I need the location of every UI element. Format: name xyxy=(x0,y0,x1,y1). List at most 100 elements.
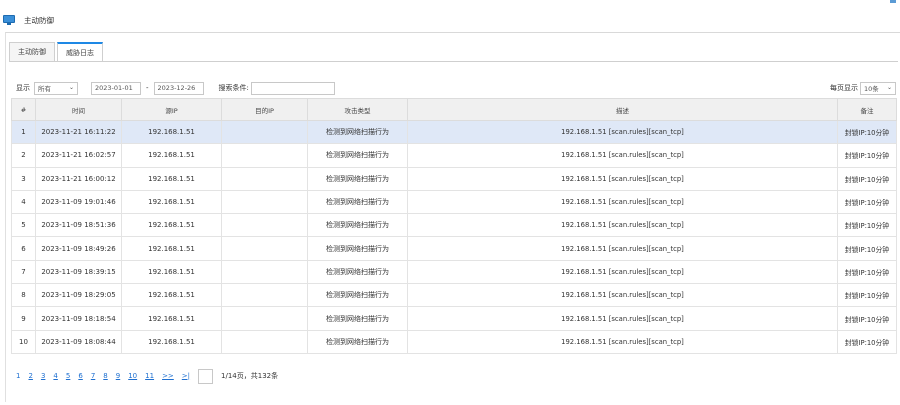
show-select[interactable]: 所有 ⌄ xyxy=(34,81,78,95)
search-input[interactable] xyxy=(250,81,335,95)
row-note: 封锁IP:10分钟 xyxy=(837,306,897,331)
row-source-ip: 192.168.1.51 xyxy=(121,306,222,331)
page-current[interactable]: 1 xyxy=(16,372,20,380)
tab-active-defense[interactable]: 主动防御 xyxy=(9,42,55,61)
column-header-dest-ip[interactable]: 目的IP xyxy=(221,98,308,121)
row-dest-ip xyxy=(221,190,308,215)
row-time: 2023-11-21 16:11:22 xyxy=(35,120,122,145)
row-note: 封锁IP:10分钟 xyxy=(837,190,897,215)
row-index: 1 xyxy=(11,120,36,145)
date-separator: - xyxy=(146,84,149,92)
row-attack-type: 检测到网络扫描行为 xyxy=(307,330,408,354)
tab-threat-log[interactable]: 威胁日志 xyxy=(57,42,103,62)
row-index: 4 xyxy=(11,190,36,215)
page-link-4[interactable]: 4 xyxy=(53,372,57,380)
row-attack-type: 检测到网络扫描行为 xyxy=(307,260,408,285)
row-description: 192.168.1.51 [scan.rules][scan_tcp] xyxy=(407,190,838,215)
row-attack-type: 检测到网络扫描行为 xyxy=(307,213,408,238)
page-link-2[interactable]: 2 xyxy=(28,372,32,380)
row-dest-ip xyxy=(221,236,308,261)
page-jump-input[interactable] xyxy=(198,368,214,384)
per-page-value: 10条 xyxy=(864,85,879,93)
row-attack-type: 检测到网络扫描行为 xyxy=(307,283,408,308)
show-label: 显示 xyxy=(16,84,30,92)
row-source-ip: 192.168.1.51 xyxy=(121,330,222,354)
row-dest-ip xyxy=(221,306,308,331)
page-link-8[interactable]: 8 xyxy=(103,372,107,380)
row-dest-ip xyxy=(221,167,308,191)
row-note: 封锁IP:10分钟 xyxy=(837,330,897,354)
row-source-ip: 192.168.1.51 xyxy=(121,213,222,238)
row-description: 192.168.1.51 [scan.rules][scan_tcp] xyxy=(407,283,838,308)
page-link-5[interactable]: 5 xyxy=(66,372,70,380)
table-row[interactable]: 1 2023-11-21 16:11:22 192.168.1.51 检测到网络扫描行… xyxy=(11,120,897,145)
row-index: 7 xyxy=(11,260,36,285)
column-header-note[interactable]: 备注 xyxy=(837,98,897,121)
row-description: 192.168.1.51 [scan.rules][scan_tcp] xyxy=(407,260,838,285)
row-description: 192.168.1.51 [scan.rules][scan_tcp] xyxy=(407,306,838,331)
row-note: 封锁IP:10分钟 xyxy=(837,167,897,191)
row-dest-ip xyxy=(221,120,308,145)
page-last[interactable]: >| xyxy=(182,372,190,380)
row-description: 192.168.1.51 [scan.rules][scan_tcp] xyxy=(407,330,838,354)
table-row[interactable]: 5 2023-11-09 18:51:36 192.168.1.51 检测到网络扫描行… xyxy=(11,213,897,238)
row-time: 2023-11-09 18:39:15 xyxy=(35,260,122,285)
column-header-attack-type[interactable]: 攻击类型 xyxy=(307,98,408,121)
row-dest-ip xyxy=(221,213,308,238)
row-note: 封锁IP:10分钟 xyxy=(837,213,897,238)
column-header-time[interactable]: 时间 xyxy=(35,98,122,121)
row-source-ip: 192.168.1.51 xyxy=(121,120,222,145)
column-header-source-ip[interactable]: 源IP xyxy=(121,98,222,121)
page-info: 1/14页，共132条 xyxy=(221,372,279,380)
row-time: 2023-11-09 18:29:05 xyxy=(35,283,122,308)
page-link-3[interactable]: 3 xyxy=(41,372,45,380)
row-attack-type: 检测到网络扫描行为 xyxy=(307,236,408,261)
page-link-10[interactable]: 10 xyxy=(128,372,137,380)
row-index: 5 xyxy=(11,213,36,238)
row-index: 8 xyxy=(11,283,36,308)
table-row[interactable]: 7 2023-11-09 18:39:15 192.168.1.51 检测到网络扫描行… xyxy=(11,260,897,285)
table-row[interactable]: 4 2023-11-09 19:01:46 192.168.1.51 检测到网络扫描行… xyxy=(11,190,897,215)
row-description: 192.168.1.51 [scan.rules][scan_tcp] xyxy=(407,213,838,238)
row-dest-ip xyxy=(221,330,308,354)
row-time: 2023-11-09 18:18:54 xyxy=(35,306,122,331)
table-row[interactable]: 2 2023-11-21 16:02:57 192.168.1.51 检测到网络扫描行… xyxy=(11,143,897,168)
filter-bar: 显示 所有 ⌄ 2023-01-01 - 2023-12-26 搜索条件: 每页… xyxy=(16,81,896,95)
page-link-9[interactable]: 9 xyxy=(116,372,120,380)
column-header-index[interactable]: # xyxy=(11,98,36,121)
date-from-input[interactable]: 2023-01-01 xyxy=(91,81,141,95)
search-label: 搜索条件: xyxy=(218,84,249,92)
chevron-down-icon: ⌄ xyxy=(886,83,892,91)
page-link-6[interactable]: 6 xyxy=(78,372,82,380)
row-dest-ip xyxy=(221,283,308,308)
row-note: 封锁IP:10分钟 xyxy=(837,236,897,261)
date-to-input[interactable]: 2023-12-26 xyxy=(153,81,204,95)
per-page-select[interactable]: 10条 ⌄ xyxy=(860,81,896,95)
table-row[interactable]: 6 2023-11-09 18:49:26 192.168.1.51 检测到网络扫描行… xyxy=(11,236,897,261)
window-corner-mark xyxy=(890,0,896,3)
page-next[interactable]: >> xyxy=(162,372,174,380)
row-attack-type: 检测到网络扫描行为 xyxy=(307,190,408,215)
row-source-ip: 192.168.1.51 xyxy=(121,260,222,285)
row-attack-type: 检测到网络扫描行为 xyxy=(307,120,408,145)
monitor-icon xyxy=(3,15,15,25)
row-dest-ip xyxy=(221,260,308,285)
row-index: 3 xyxy=(11,167,36,191)
row-description: 192.168.1.51 [scan.rules][scan_tcp] xyxy=(407,236,838,261)
row-attack-type: 检测到网络扫描行为 xyxy=(307,143,408,168)
row-source-ip: 192.168.1.51 xyxy=(121,236,222,261)
row-note: 封锁IP:10分钟 xyxy=(837,120,897,145)
page-link-11[interactable]: 11 xyxy=(145,372,154,380)
table-row[interactable]: 9 2023-11-09 18:18:54 192.168.1.51 检测到网络扫描行… xyxy=(11,306,897,331)
row-note: 封锁IP:10分钟 xyxy=(837,143,897,168)
row-dest-ip xyxy=(221,143,308,168)
pagination: 1 2 3 4 5 6 7 8 9 10 11 >> >| 1/14页，共132… xyxy=(16,368,278,384)
table-row[interactable]: 10 2023-11-09 18:08:44 192.168.1.51 检测到网络扫描… xyxy=(11,330,897,354)
table-row[interactable]: 3 2023-11-21 16:00:12 192.168.1.51 检测到网络扫描行… xyxy=(11,167,897,191)
column-header-description[interactable]: 描述 xyxy=(407,98,838,121)
row-source-ip: 192.168.1.51 xyxy=(121,143,222,168)
row-time: 2023-11-09 18:51:36 xyxy=(35,213,122,238)
row-time: 2023-11-21 16:00:12 xyxy=(35,167,122,191)
table-row[interactable]: 8 2023-11-09 18:29:05 192.168.1.51 检测到网络扫描行… xyxy=(11,283,897,308)
page-link-7[interactable]: 7 xyxy=(91,372,95,380)
